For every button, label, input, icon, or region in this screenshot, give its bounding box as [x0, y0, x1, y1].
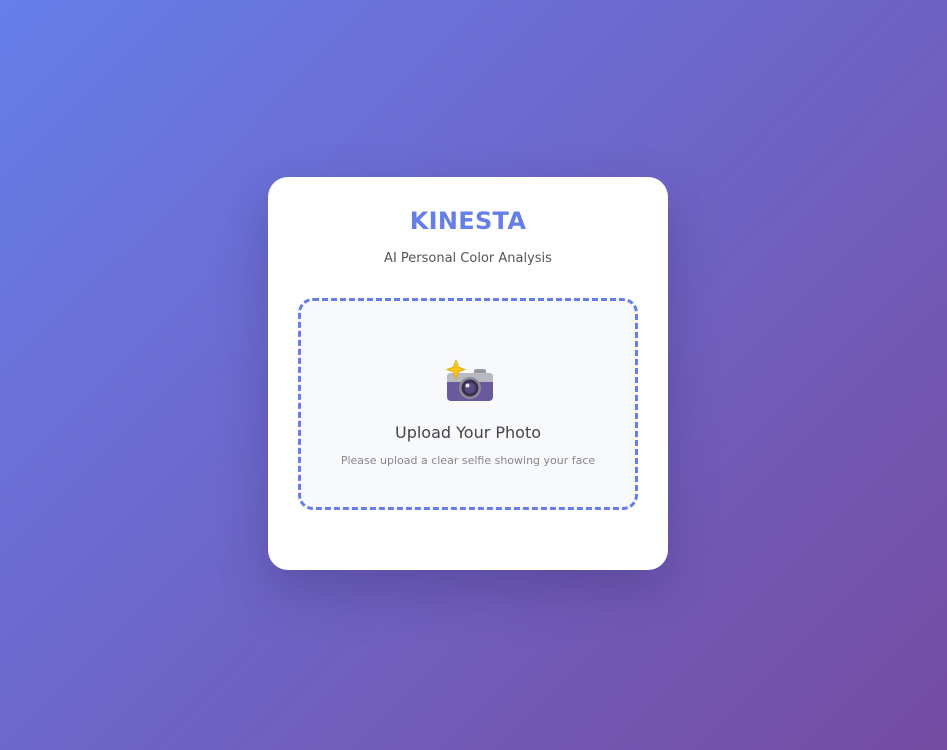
upload-card: KINESTA AI Personal Color Analysis Uploa… — [268, 177, 668, 570]
photo-upload-dropzone[interactable]: Upload Your Photo Please upload a clear … — [298, 298, 638, 510]
camera-flash-icon — [445, 359, 493, 401]
upload-title: Upload Your Photo — [394, 423, 542, 442]
brand-title: KINESTA — [409, 207, 527, 235]
upload-hint: Please upload a clear selfie showing you… — [340, 454, 596, 467]
page-background: { "app": { "brand": "KINESTA", "subtitle… — [0, 0, 947, 750]
app-subtitle: AI Personal Color Analysis — [384, 251, 552, 266]
